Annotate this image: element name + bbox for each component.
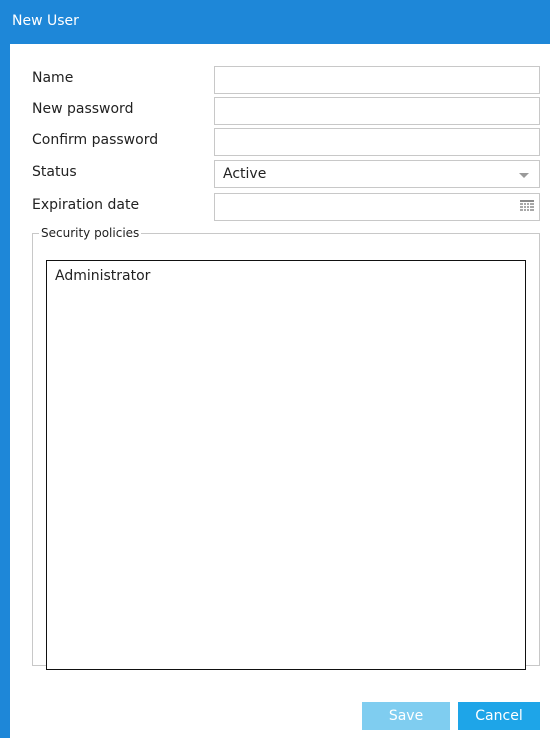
confirm-password-row: Confirm password <box>32 128 540 156</box>
cancel-button[interactable]: Cancel <box>458 702 540 730</box>
expiration-date-input[interactable] <box>214 193 540 221</box>
dialog-title-bar: New User <box>0 0 550 44</box>
expiration-date-label: Expiration date <box>32 197 140 213</box>
status-label: Status <box>32 164 77 180</box>
dialog-left-accent <box>0 0 10 738</box>
security-policies-list[interactable]: Administrator <box>46 260 526 670</box>
calendar-icon[interactable] <box>520 200 534 213</box>
dialog-title: New User <box>12 13 79 29</box>
status-row: Status Active <box>32 160 540 188</box>
new-password-label: New password <box>32 101 134 117</box>
confirm-password-input[interactable] <box>214 128 540 156</box>
expiration-date-row: Expiration date <box>32 193 540 221</box>
status-select[interactable]: Active <box>214 160 540 188</box>
security-policies-group: Security policies Administrator <box>32 226 540 670</box>
name-label: Name <box>32 70 74 86</box>
name-row: Name <box>32 66 540 94</box>
status-selected-value: Active <box>223 166 267 182</box>
policy-list-item[interactable]: Administrator <box>47 265 525 287</box>
confirm-password-label: Confirm password <box>32 132 159 148</box>
new-password-input[interactable] <box>214 97 540 125</box>
save-button[interactable]: Save <box>362 702 450 730</box>
new-user-dialog: New User Name New password Confirm passw… <box>0 0 550 738</box>
new-password-row: New password <box>32 97 540 125</box>
security-policies-legend: Security policies <box>41 226 140 240</box>
name-input[interactable] <box>214 66 540 94</box>
chevron-down-icon[interactable] <box>519 173 529 178</box>
